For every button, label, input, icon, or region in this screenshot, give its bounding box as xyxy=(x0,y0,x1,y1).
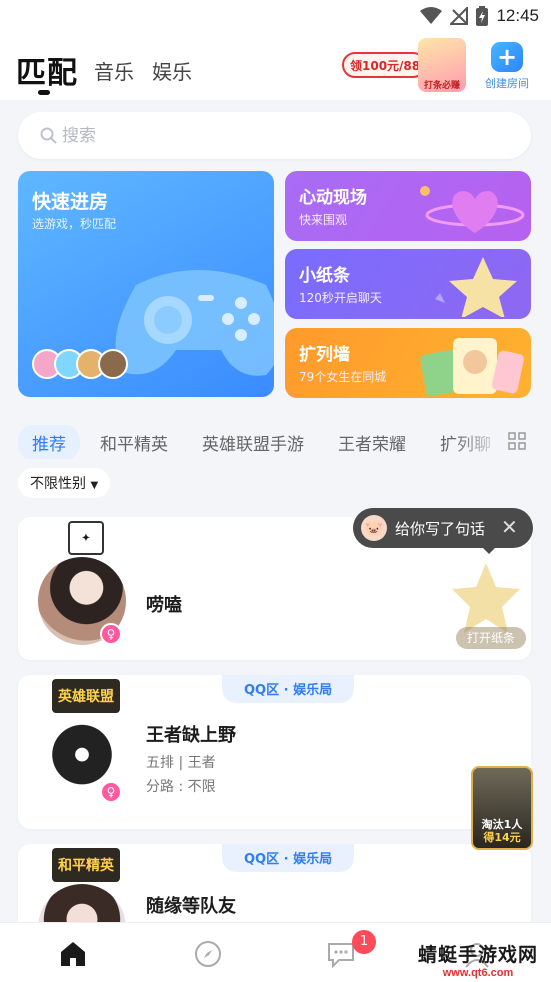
heart-live-subtitle: 快来围观 xyxy=(299,213,348,227)
user-name: 随缘等队友 xyxy=(146,896,236,917)
heart-live-title: 心动现场 xyxy=(299,188,367,208)
note-subtitle: 120秒开启聊天 xyxy=(299,291,382,305)
game-logo: 英雄联盟 xyxy=(52,679,120,713)
region-tag: QQ区 · 娱乐局 xyxy=(222,675,355,703)
quick-join-card[interactable]: 快速进房 选游戏，秒匹配 xyxy=(18,171,274,397)
app-root: 12:45 匹配 音乐 娱乐 领100元/88 打条必赚 + 创建房间 快速进房… xyxy=(0,0,551,982)
floating-ad-line2: 得14元 xyxy=(483,831,521,844)
user-card[interactable]: QQ区 · 娱乐局 和平精英 随缘等队友 xyxy=(18,844,531,934)
floating-ad[interactable]: 淘汰1人 得14元 xyxy=(471,766,533,850)
message-badge: 1 xyxy=(352,930,376,954)
search-icon xyxy=(40,127,57,144)
user-name: 唠嗑 xyxy=(146,595,182,616)
search-bar[interactable] xyxy=(18,112,531,159)
category-peace-elite[interactable]: 和平精英 xyxy=(100,430,168,455)
note-title: 小纸条 xyxy=(299,266,350,286)
cards-icon xyxy=(420,338,524,396)
floating-ad-line1: 淘汰1人 xyxy=(481,818,523,831)
watermark: 蜻蜓手游戏网 www.qt6.com xyxy=(408,940,548,979)
promo-banner[interactable]: 领100元/88 xyxy=(342,52,426,78)
note-card[interactable]: 小纸条 120秒开启聊天 xyxy=(285,249,531,319)
top-header: 匹配 音乐 娱乐 领100元/88 打条必赚 + 创建房间 xyxy=(0,34,551,100)
gender-filter-label: 不限性别 xyxy=(30,476,86,492)
tooltip-text: 给你写了句话 xyxy=(395,520,486,538)
game-avatars xyxy=(32,349,128,379)
status-bar: 12:45 xyxy=(0,0,551,34)
watermark-title: 蜻蜓手游戏网 xyxy=(417,944,538,966)
quick-join-title: 快速进房 xyxy=(32,191,109,213)
heart-planet-icon xyxy=(420,186,525,233)
compass-icon[interactable] xyxy=(193,939,223,969)
close-icon[interactable]: ✕ xyxy=(501,515,518,539)
tab-match[interactable]: 匹配 xyxy=(16,48,78,92)
friend-wall-subtitle: 79个女生在同城 xyxy=(299,370,387,384)
game-avatar xyxy=(98,349,128,379)
promo-badge: 打条必赚 xyxy=(423,81,460,91)
female-icon: ♀ xyxy=(100,781,122,803)
create-room-label: 创建房间 xyxy=(485,77,529,90)
tab-music[interactable]: 音乐 xyxy=(94,56,134,85)
home-icon[interactable] xyxy=(58,939,88,969)
gamepad-icon xyxy=(115,270,274,376)
heart-live-card[interactable]: 心动现场 快来围观 xyxy=(285,171,531,241)
message-tooltip[interactable]: 🐷 给你写了句话 ✕ xyxy=(353,508,533,554)
tab-indicator xyxy=(38,90,50,95)
category-lol-mobile[interactable]: 英雄联盟手游 xyxy=(202,430,304,455)
user-name: 王者缺上野 xyxy=(146,725,236,746)
status-time: 12:45 xyxy=(496,6,539,25)
user-card[interactable]: QQ区 · 娱乐局 英雄联盟 ♀ 王者缺上野 五排 | 王者 分路 : 不限 xyxy=(18,675,531,829)
open-note-button[interactable]: 打开纸条 xyxy=(456,627,526,649)
caret-down-icon: ▼ xyxy=(90,480,99,491)
female-icon: ♀ xyxy=(100,623,122,645)
gender-filter[interactable]: 不限性别 ▼ xyxy=(18,468,111,498)
category-recommend[interactable]: 推荐 xyxy=(18,425,80,459)
game-logo-icon: ✦ xyxy=(68,521,104,555)
friend-wall-title: 扩列墙 xyxy=(299,345,350,365)
user-rank: 五排 | 王者 xyxy=(146,755,216,771)
status-icons: 12:45 xyxy=(420,6,539,26)
game-logo: 和平精英 xyxy=(52,848,120,882)
star-icon xyxy=(435,257,517,317)
tab-entertainment[interactable]: 娱乐 xyxy=(152,56,192,85)
pig-avatar-icon: 🐷 xyxy=(361,515,387,541)
category-honor-of-kings[interactable]: 王者荣耀 xyxy=(338,430,406,455)
grid-icon[interactable] xyxy=(508,432,526,450)
search-input[interactable] xyxy=(62,123,502,149)
region-tag: QQ区 · 娱乐局 xyxy=(222,844,355,872)
user-position: 分路 : 不限 xyxy=(146,779,216,795)
signal-icon xyxy=(450,7,469,25)
battery-icon xyxy=(476,6,489,26)
quick-join-subtitle: 选游戏，秒匹配 xyxy=(32,217,117,231)
wifi-icon xyxy=(420,7,443,24)
watermark-url: www.qt6.com xyxy=(442,967,514,979)
floating-ad-text: 淘汰1人 得14元 xyxy=(473,818,531,844)
plus-icon: + xyxy=(491,42,523,72)
friend-wall-card[interactable]: 扩列墙 79个女生在同城 xyxy=(285,328,531,398)
category-fade xyxy=(452,425,507,459)
create-room-button[interactable]: + 创建房间 xyxy=(482,42,532,91)
